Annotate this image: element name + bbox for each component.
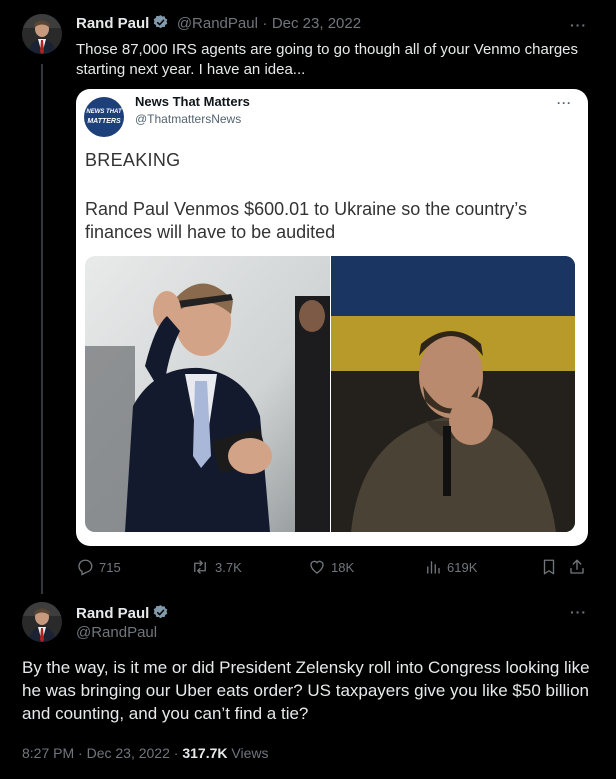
tweet2-time[interactable]: 8:27 PM bbox=[22, 745, 74, 761]
tweet2-text: By the way, is it me or did President Ze… bbox=[22, 658, 590, 723]
share-icon bbox=[570, 559, 584, 574]
tweet1-media-image[interactable]: NEWS THAT MATTERS News That Matters @Tha… bbox=[76, 89, 588, 546]
reply-icon bbox=[78, 559, 93, 576]
verified-badge-icon bbox=[152, 604, 169, 626]
photo-rand-paul bbox=[85, 256, 330, 532]
reply-count: 715 bbox=[99, 559, 121, 575]
thread-connector bbox=[41, 64, 43, 594]
views-button[interactable]: 619K bbox=[424, 558, 477, 576]
views-count: 619K bbox=[447, 559, 478, 575]
tweet2-avatar[interactable] bbox=[22, 602, 62, 642]
photo-zelensky bbox=[331, 256, 575, 532]
tweet2-metadata: 8:27 PM · Dec 23, 2022 · 317.7K Views bbox=[22, 745, 268, 761]
tweet2-date[interactable]: Dec 23, 2022 bbox=[87, 745, 170, 761]
like-button[interactable]: 18K bbox=[308, 558, 354, 576]
tweet2-handle[interactable]: @RandPaul bbox=[76, 624, 157, 641]
card-more-icon: ··· bbox=[557, 96, 572, 110]
tweet2-author: Rand Paul bbox=[76, 604, 169, 626]
tweet1-more-icon[interactable]: ··· bbox=[570, 17, 587, 33]
tweet1-separator: · bbox=[262, 15, 268, 32]
reply-button[interactable]: 715 bbox=[76, 558, 121, 576]
card-avatar-top-text: NEWS THAT bbox=[86, 109, 122, 115]
tweet2-more-icon[interactable]: ··· bbox=[570, 604, 587, 620]
tweet2-separator: · bbox=[78, 745, 83, 761]
share-button[interactable] bbox=[568, 558, 591, 576]
bookmark-button[interactable] bbox=[540, 558, 563, 576]
tweet1-text: Those 87,000 IRS agents are going to go … bbox=[76, 41, 579, 78]
card-avatar-logo: NEWS THAT MATTERS bbox=[84, 97, 124, 137]
tweet2-views-count: 317.7K bbox=[182, 745, 228, 761]
repost-count: 3.7K bbox=[215, 559, 242, 575]
tweet2-separator2: · bbox=[173, 745, 179, 761]
tweet1-author-name[interactable]: Rand Paul bbox=[76, 15, 149, 32]
card-avatar-bottom-text: MATTERS bbox=[87, 118, 121, 125]
tweet1-handle[interactable]: @RandPaul bbox=[177, 15, 258, 32]
tweet1-date[interactable]: Dec 23, 2022 bbox=[272, 15, 361, 32]
like-icon bbox=[310, 560, 324, 574]
repost-icon bbox=[194, 560, 206, 574]
tweet2-author-name[interactable]: Rand Paul bbox=[76, 605, 149, 622]
tweet1-action-bar: 715 3.7K 18K 619K bbox=[76, 558, 596, 582]
tweet1-header: Rand Paul @RandPaul · Dec 23, 2022 bbox=[76, 14, 361, 36]
bookmark-icon bbox=[543, 559, 555, 575]
verified-badge-icon bbox=[152, 14, 169, 36]
card-author-name: News That Matters bbox=[135, 94, 250, 109]
tweet1-avatar[interactable] bbox=[22, 14, 62, 54]
card-author-handle: @ThatmattersNews bbox=[135, 112, 242, 126]
like-count: 18K bbox=[331, 559, 355, 575]
views-icon bbox=[427, 561, 440, 574]
card-breaking-label: BREAKING bbox=[85, 150, 181, 170]
repost-button[interactable]: 3.7K bbox=[190, 558, 242, 576]
card-headline: Rand Paul Venmos $600.01 to Ukraine so t… bbox=[85, 199, 527, 242]
tweet2-views-label: Views bbox=[231, 745, 269, 761]
